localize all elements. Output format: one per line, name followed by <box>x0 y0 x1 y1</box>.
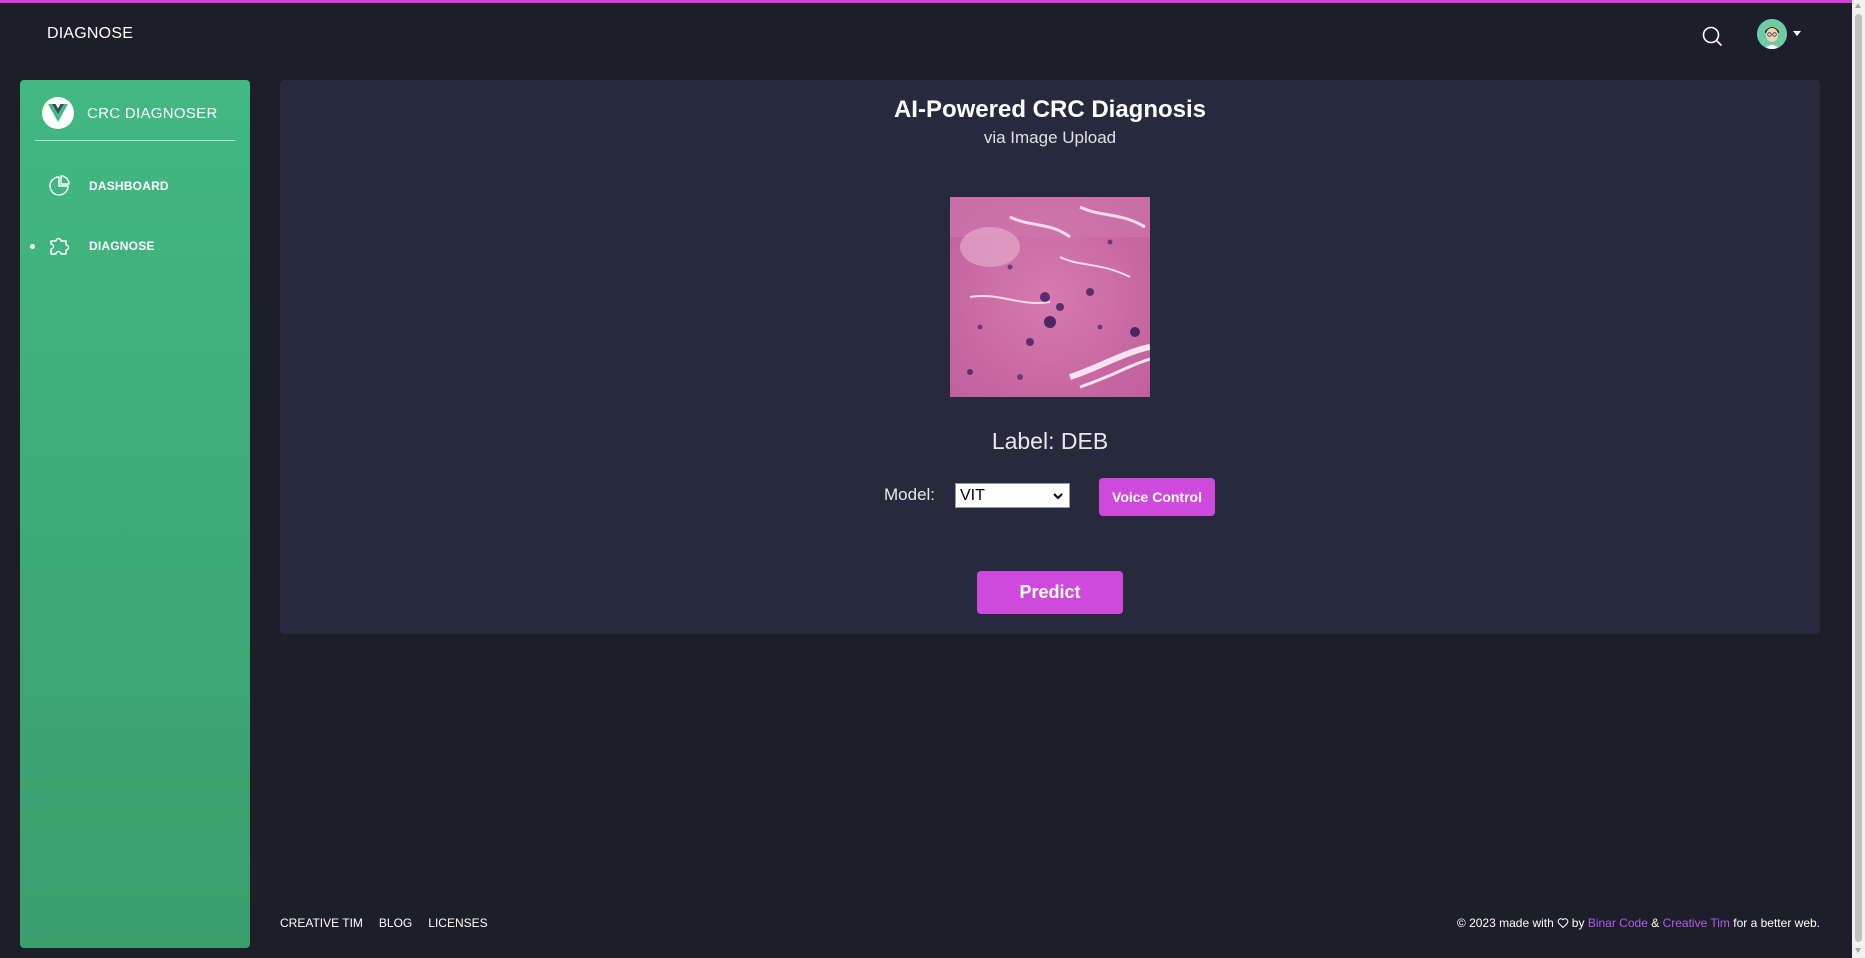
user-menu[interactable] <box>1755 19 1805 53</box>
active-indicator <box>30 244 35 249</box>
card-title: AI-Powered CRC Diagnosis <box>893 96 1207 123</box>
vertical-scrollbar[interactable] <box>1852 0 1865 958</box>
model-select[interactable]: VIT <box>955 483 1070 508</box>
top-navbar: DIAGNOSE <box>0 3 1852 69</box>
author-link-creative-tim[interactable]: Creative Tim <box>1663 916 1730 930</box>
sidebar-item-label: DIAGNOSE <box>89 239 155 253</box>
pie-chart-icon <box>49 175 70 196</box>
predict-button[interactable]: Predict <box>977 571 1123 614</box>
sidebar-item-label: DASHBOARD <box>89 179 169 193</box>
voice-control-button[interactable]: Voice Control <box>1099 478 1215 516</box>
sidebar: CRC DIAGNOSER DASHBOARD DIAGNOSE <box>20 80 250 948</box>
page-title: DIAGNOSE <box>47 25 134 42</box>
footer-link-creative-tim[interactable]: CREATIVE TIM <box>280 916 363 930</box>
scroll-up-arrow-icon[interactable] <box>1855 3 1861 8</box>
model-select-value: VIT <box>960 486 985 504</box>
model-label: Model: <box>884 485 936 504</box>
scroll-down-arrow-icon[interactable] <box>1855 948 1861 953</box>
copyright-amp: & <box>1651 916 1660 930</box>
copyright: © 2023 made with by Binar Code & Creativ… <box>1457 916 1820 930</box>
footer-links: CREATIVE TIM BLOG LICENSES <box>280 916 488 930</box>
copyright-by: by <box>1571 916 1585 930</box>
sidebar-divider <box>35 140 235 141</box>
footer-link-licenses[interactable]: LICENSES <box>428 916 487 930</box>
heart-icon <box>1557 918 1569 928</box>
card-subtitle: via Image Upload <box>983 128 1117 147</box>
search-icon[interactable] <box>1700 24 1724 48</box>
sidebar-item-dashboard[interactable]: DASHBOARD <box>20 166 250 206</box>
sidebar-item-diagnose[interactable]: DIAGNOSE <box>20 226 250 266</box>
avatar <box>1757 19 1787 49</box>
uploaded-tissue-image <box>950 197 1150 397</box>
copyright-prefix: © 2023 made with <box>1456 916 1554 930</box>
author-link-binar-code[interactable]: Binar Code <box>1588 916 1648 930</box>
diagnosis-card: AI-Powered CRC Diagnosis via Image Uploa… <box>280 80 1820 634</box>
prediction-label: Label: DEB <box>991 428 1109 454</box>
footer-link-blog[interactable]: BLOG <box>379 916 412 930</box>
puzzle-icon <box>50 237 70 255</box>
brand[interactable]: CRC DIAGNOSER <box>42 95 242 131</box>
copyright-suffix: for a better web. <box>1733 916 1820 930</box>
scroll-thumb[interactable] <box>1855 14 1862 942</box>
chevron-down-icon <box>1053 493 1063 500</box>
vue-logo-icon <box>42 97 74 129</box>
brand-name: CRC DIAGNOSER <box>87 104 218 122</box>
chevron-down-icon <box>1793 31 1801 36</box>
